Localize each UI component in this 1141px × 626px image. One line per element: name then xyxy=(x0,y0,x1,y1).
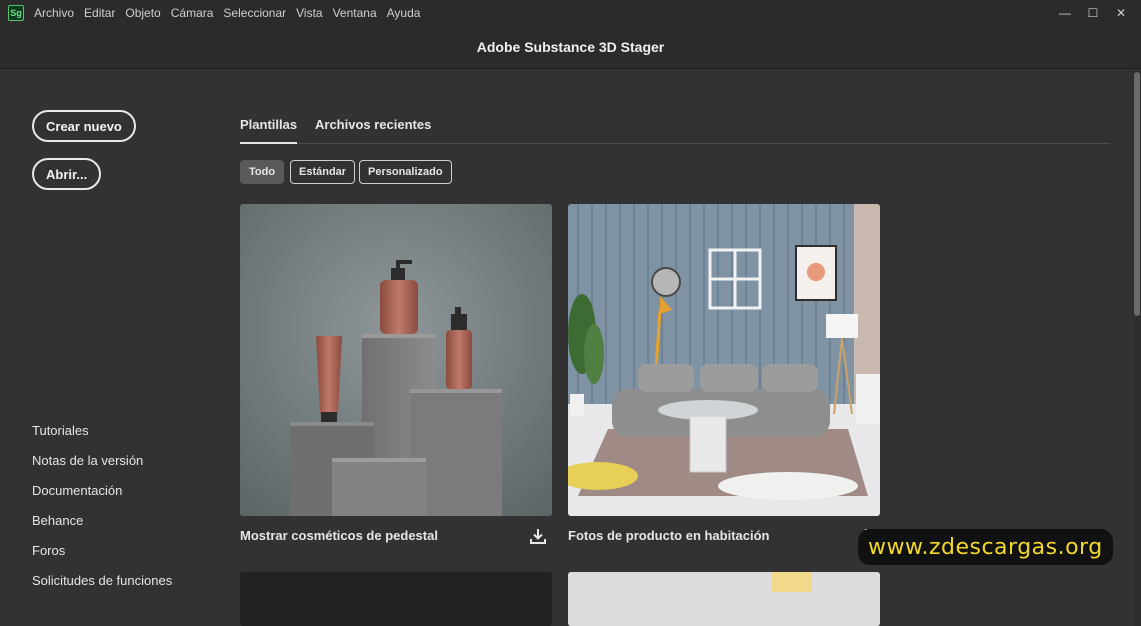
app-title: Adobe Substance 3D Stager xyxy=(476,39,665,55)
template-thumbnail-cosmetics[interactable] xyxy=(240,204,552,516)
close-icon[interactable]: ✕ xyxy=(1107,0,1135,26)
light-scene-image xyxy=(568,572,880,626)
window-controls: — ☐ ✕ xyxy=(1051,0,1135,26)
home-tabs: Plantillas Archivos recientes xyxy=(240,110,1110,144)
maximize-icon[interactable]: ☐ xyxy=(1079,0,1107,26)
link-behance[interactable]: Behance xyxy=(32,512,172,542)
menu-objeto[interactable]: Objeto xyxy=(125,6,160,20)
menu-camara[interactable]: Cámara xyxy=(171,6,214,20)
menu-vista[interactable]: Vista xyxy=(296,6,322,20)
room-scene-image xyxy=(568,204,880,516)
filter-estandar[interactable]: Estándar xyxy=(290,160,356,184)
open-button[interactable]: Abrir... xyxy=(32,158,102,190)
tab-plantillas[interactable]: Plantillas xyxy=(240,117,298,144)
menu-seleccionar[interactable]: Seleccionar xyxy=(223,6,286,20)
help-links: Tutoriales Notas de la versión Documenta… xyxy=(32,422,172,602)
main-scrollbar[interactable] xyxy=(1133,70,1141,626)
link-feature-requests[interactable]: Solicitudes de funciones xyxy=(32,572,172,602)
menu-editar[interactable]: Editar xyxy=(84,6,115,20)
scrollbar-thumb[interactable] xyxy=(1134,72,1140,316)
link-release-notes[interactable]: Notas de la versión xyxy=(32,452,172,482)
template-title: Mostrar cosméticos de pedestal xyxy=(240,528,438,543)
filter-personalizado[interactable]: Personalizado xyxy=(359,160,452,184)
watermark-text: www.zdescargas.org xyxy=(858,529,1113,565)
title-bar: Adobe Substance 3D Stager xyxy=(0,26,1141,69)
template-thumbnail-light[interactable] xyxy=(568,572,880,626)
app-logo-icon: Sg xyxy=(8,5,24,21)
template-title: Fotos de producto en habitación xyxy=(568,528,770,543)
menu-ayuda[interactable]: Ayuda xyxy=(387,6,421,20)
tab-archivos-recientes[interactable]: Archivos recientes xyxy=(315,117,431,132)
filter-todo[interactable]: Todo xyxy=(240,160,285,184)
menu-archivo[interactable]: Archivo xyxy=(34,6,74,20)
link-documentation[interactable]: Documentación xyxy=(32,482,172,512)
main-menu: Archivo Editar Objeto Cámara Seleccionar… xyxy=(34,6,430,20)
template-thumbnail-room[interactable] xyxy=(568,204,880,516)
menu-ventana[interactable]: Ventana xyxy=(333,6,377,20)
minimize-icon[interactable]: — xyxy=(1051,0,1079,26)
link-tutoriales[interactable]: Tutoriales xyxy=(32,422,172,452)
download-icon[interactable] xyxy=(529,527,547,545)
link-forums[interactable]: Foros xyxy=(32,542,172,572)
create-new-button[interactable]: Crear nuevo xyxy=(32,110,136,142)
cosmetics-scene-image xyxy=(240,204,552,516)
template-thumbnail-dark[interactable] xyxy=(240,572,552,626)
menu-bar: Sg Archivo Editar Objeto Cámara Seleccio… xyxy=(0,0,1141,26)
